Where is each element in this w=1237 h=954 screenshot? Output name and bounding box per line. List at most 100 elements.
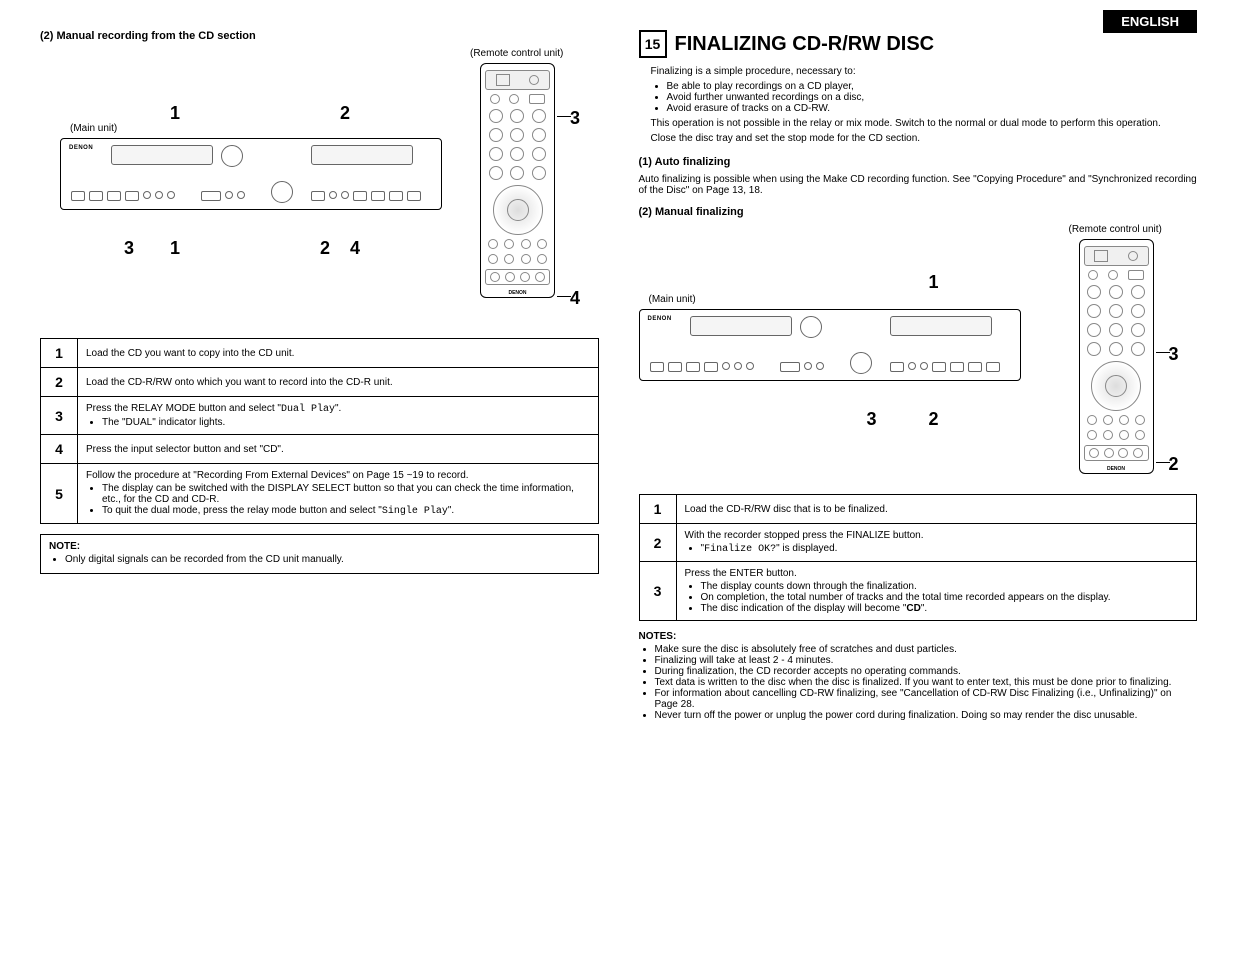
remote-jog-icon	[493, 185, 543, 235]
callout-2-top: 2	[340, 103, 350, 124]
main-unit-illustration: DENON	[639, 309, 1021, 381]
notes-item: Finalizing will take at least 2 - 4 minu…	[655, 655, 1198, 666]
remote-illustration: DENON	[480, 63, 555, 298]
brand-logo: DENON	[69, 145, 93, 151]
intro-para: This operation is not possible in the re…	[651, 118, 1198, 129]
step-text: With the recorder stopped press the FINA…	[676, 524, 1197, 562]
remote-row	[485, 128, 550, 142]
step-num: 5	[41, 464, 78, 524]
remote-row	[485, 254, 550, 264]
leader-line	[1156, 462, 1170, 463]
table-row: 2 With the recorder stopped press the FI…	[639, 524, 1197, 562]
callout-1: 1	[929, 272, 939, 293]
left-steps-table: 1 Load the CD you want to copy into the …	[40, 338, 599, 524]
notes-title: NOTES:	[639, 631, 677, 642]
right-column: 15 FINALIZING CD-R/RW DISC Finalizing is…	[639, 30, 1198, 723]
table-row: 1 Load the CD-R/RW disc that is to be fi…	[639, 495, 1197, 524]
notes-item: Make sure the disc is absolutely free of…	[655, 644, 1198, 655]
jog-dial	[850, 352, 872, 374]
remote-brand: DENON	[1084, 466, 1149, 472]
remote-row	[1084, 342, 1149, 356]
callout-3-remote: 3	[570, 108, 580, 129]
table-row: 1 Load the CD you want to copy into the …	[41, 339, 599, 368]
step-num: 2	[41, 368, 78, 397]
remote-row	[1084, 270, 1149, 280]
buttons-left	[71, 191, 175, 201]
remote-row	[485, 94, 550, 104]
note-item: Only digital signals can be recorded fro…	[65, 554, 590, 565]
callout-3-remote: 3	[1169, 344, 1179, 365]
callout-1-bottom: 1	[170, 238, 180, 259]
step-num: 1	[639, 495, 676, 524]
auto-text: Auto finalizing is possible when using t…	[639, 174, 1198, 196]
step-text: Press the ENTER button. The display coun…	[676, 562, 1197, 621]
remote-top-icon	[1084, 246, 1149, 266]
main-unit-illustration: DENON	[60, 138, 442, 210]
leader-line	[1156, 352, 1170, 353]
intro-lead: Finalizing is a simple procedure, necess…	[651, 66, 1198, 77]
intro-block: Finalizing is a simple procedure, necess…	[651, 66, 1198, 144]
display-left	[690, 316, 792, 336]
step-text: Load the CD you want to copy into the CD…	[78, 339, 599, 368]
callout-2-remote: 2	[1169, 454, 1179, 475]
notes-item: Text data is written to the disc when th…	[655, 677, 1198, 688]
brand-logo: DENON	[648, 316, 672, 322]
table-row: 5 Follow the procedure at "Recording Fro…	[41, 464, 599, 524]
jog-dial	[271, 181, 293, 203]
step-num: 1	[41, 339, 78, 368]
left-note: NOTE: Only digital signals can be record…	[40, 534, 599, 574]
intro-para: Close the disc tray and set the stop mod…	[651, 133, 1198, 144]
table-row: 2 Load the CD-R/RW onto which you want t…	[41, 368, 599, 397]
step-text: Load the CD-R/RW onto which you want to …	[78, 368, 599, 397]
callout-3: 3	[867, 409, 877, 430]
remote-row	[485, 109, 550, 123]
table-row: 4 Press the input selector button and se…	[41, 435, 599, 464]
section-number: 15	[639, 30, 667, 58]
main-label: (Main unit)	[70, 123, 117, 134]
step-text: Press the RELAY MODE button and select "…	[78, 397, 599, 435]
left-subtitle: (2) Manual recording from the CD section	[40, 30, 599, 42]
page-content: (2) Manual recording from the CD section…	[40, 30, 1197, 723]
remote-top-icon	[485, 70, 550, 90]
table-row: 3 Press the ENTER button. The display co…	[639, 562, 1197, 621]
remote-row	[1084, 323, 1149, 337]
remote-row	[485, 239, 550, 249]
section-title: FINALIZING CD-R/RW DISC	[675, 33, 935, 56]
intro-bullet: Avoid further unwanted recordings on a d…	[667, 92, 1198, 103]
buttons-mid	[780, 362, 824, 372]
remote-label: (Remote control unit)	[470, 48, 563, 59]
remote-illustration: DENON	[1079, 239, 1154, 474]
notes-item: Never turn off the power or unplug the p…	[655, 710, 1198, 721]
display-right	[890, 316, 992, 336]
display-right	[311, 145, 413, 165]
leader-line	[557, 296, 571, 297]
remote-row	[485, 147, 550, 161]
remote-row	[1084, 445, 1149, 461]
notes-item: For information about cancelling CD-RW f…	[655, 688, 1198, 710]
table-row: 3 Press the RELAY MODE button and select…	[41, 397, 599, 435]
remote-row	[485, 166, 550, 180]
note-title: NOTE:	[49, 541, 80, 552]
language-tab: ENGLISH	[1103, 10, 1197, 33]
buttons-mid	[201, 191, 245, 201]
remote-brand: DENON	[485, 290, 550, 296]
remote-row	[1084, 285, 1149, 299]
left-column: (2) Manual recording from the CD section…	[40, 30, 599, 723]
callout-4-remote: 4	[570, 288, 580, 309]
left-diagram: (Remote control unit) (Main unit) 1 2 3 …	[40, 48, 599, 328]
step-num: 4	[41, 435, 78, 464]
step-text: Follow the procedure at "Recording From …	[78, 464, 599, 524]
remote-row	[1084, 304, 1149, 318]
right-diagram: (Remote control unit) (Main unit) 1 DENO…	[639, 224, 1198, 484]
right-notes: NOTES: Make sure the disc is absolutely …	[639, 631, 1198, 721]
buttons-right	[311, 191, 421, 201]
step-num: 2	[639, 524, 676, 562]
step-num: 3	[639, 562, 676, 621]
step-num: 3	[41, 397, 78, 435]
remote-label: (Remote control unit)	[1069, 224, 1162, 235]
auto-title: (1) Auto finalizing	[639, 156, 1198, 168]
notes-item: During finalization, the CD recorder acc…	[655, 666, 1198, 677]
callout-2: 2	[929, 409, 939, 430]
remote-row	[1084, 415, 1149, 425]
callout-2-bottom: 2	[320, 238, 330, 259]
